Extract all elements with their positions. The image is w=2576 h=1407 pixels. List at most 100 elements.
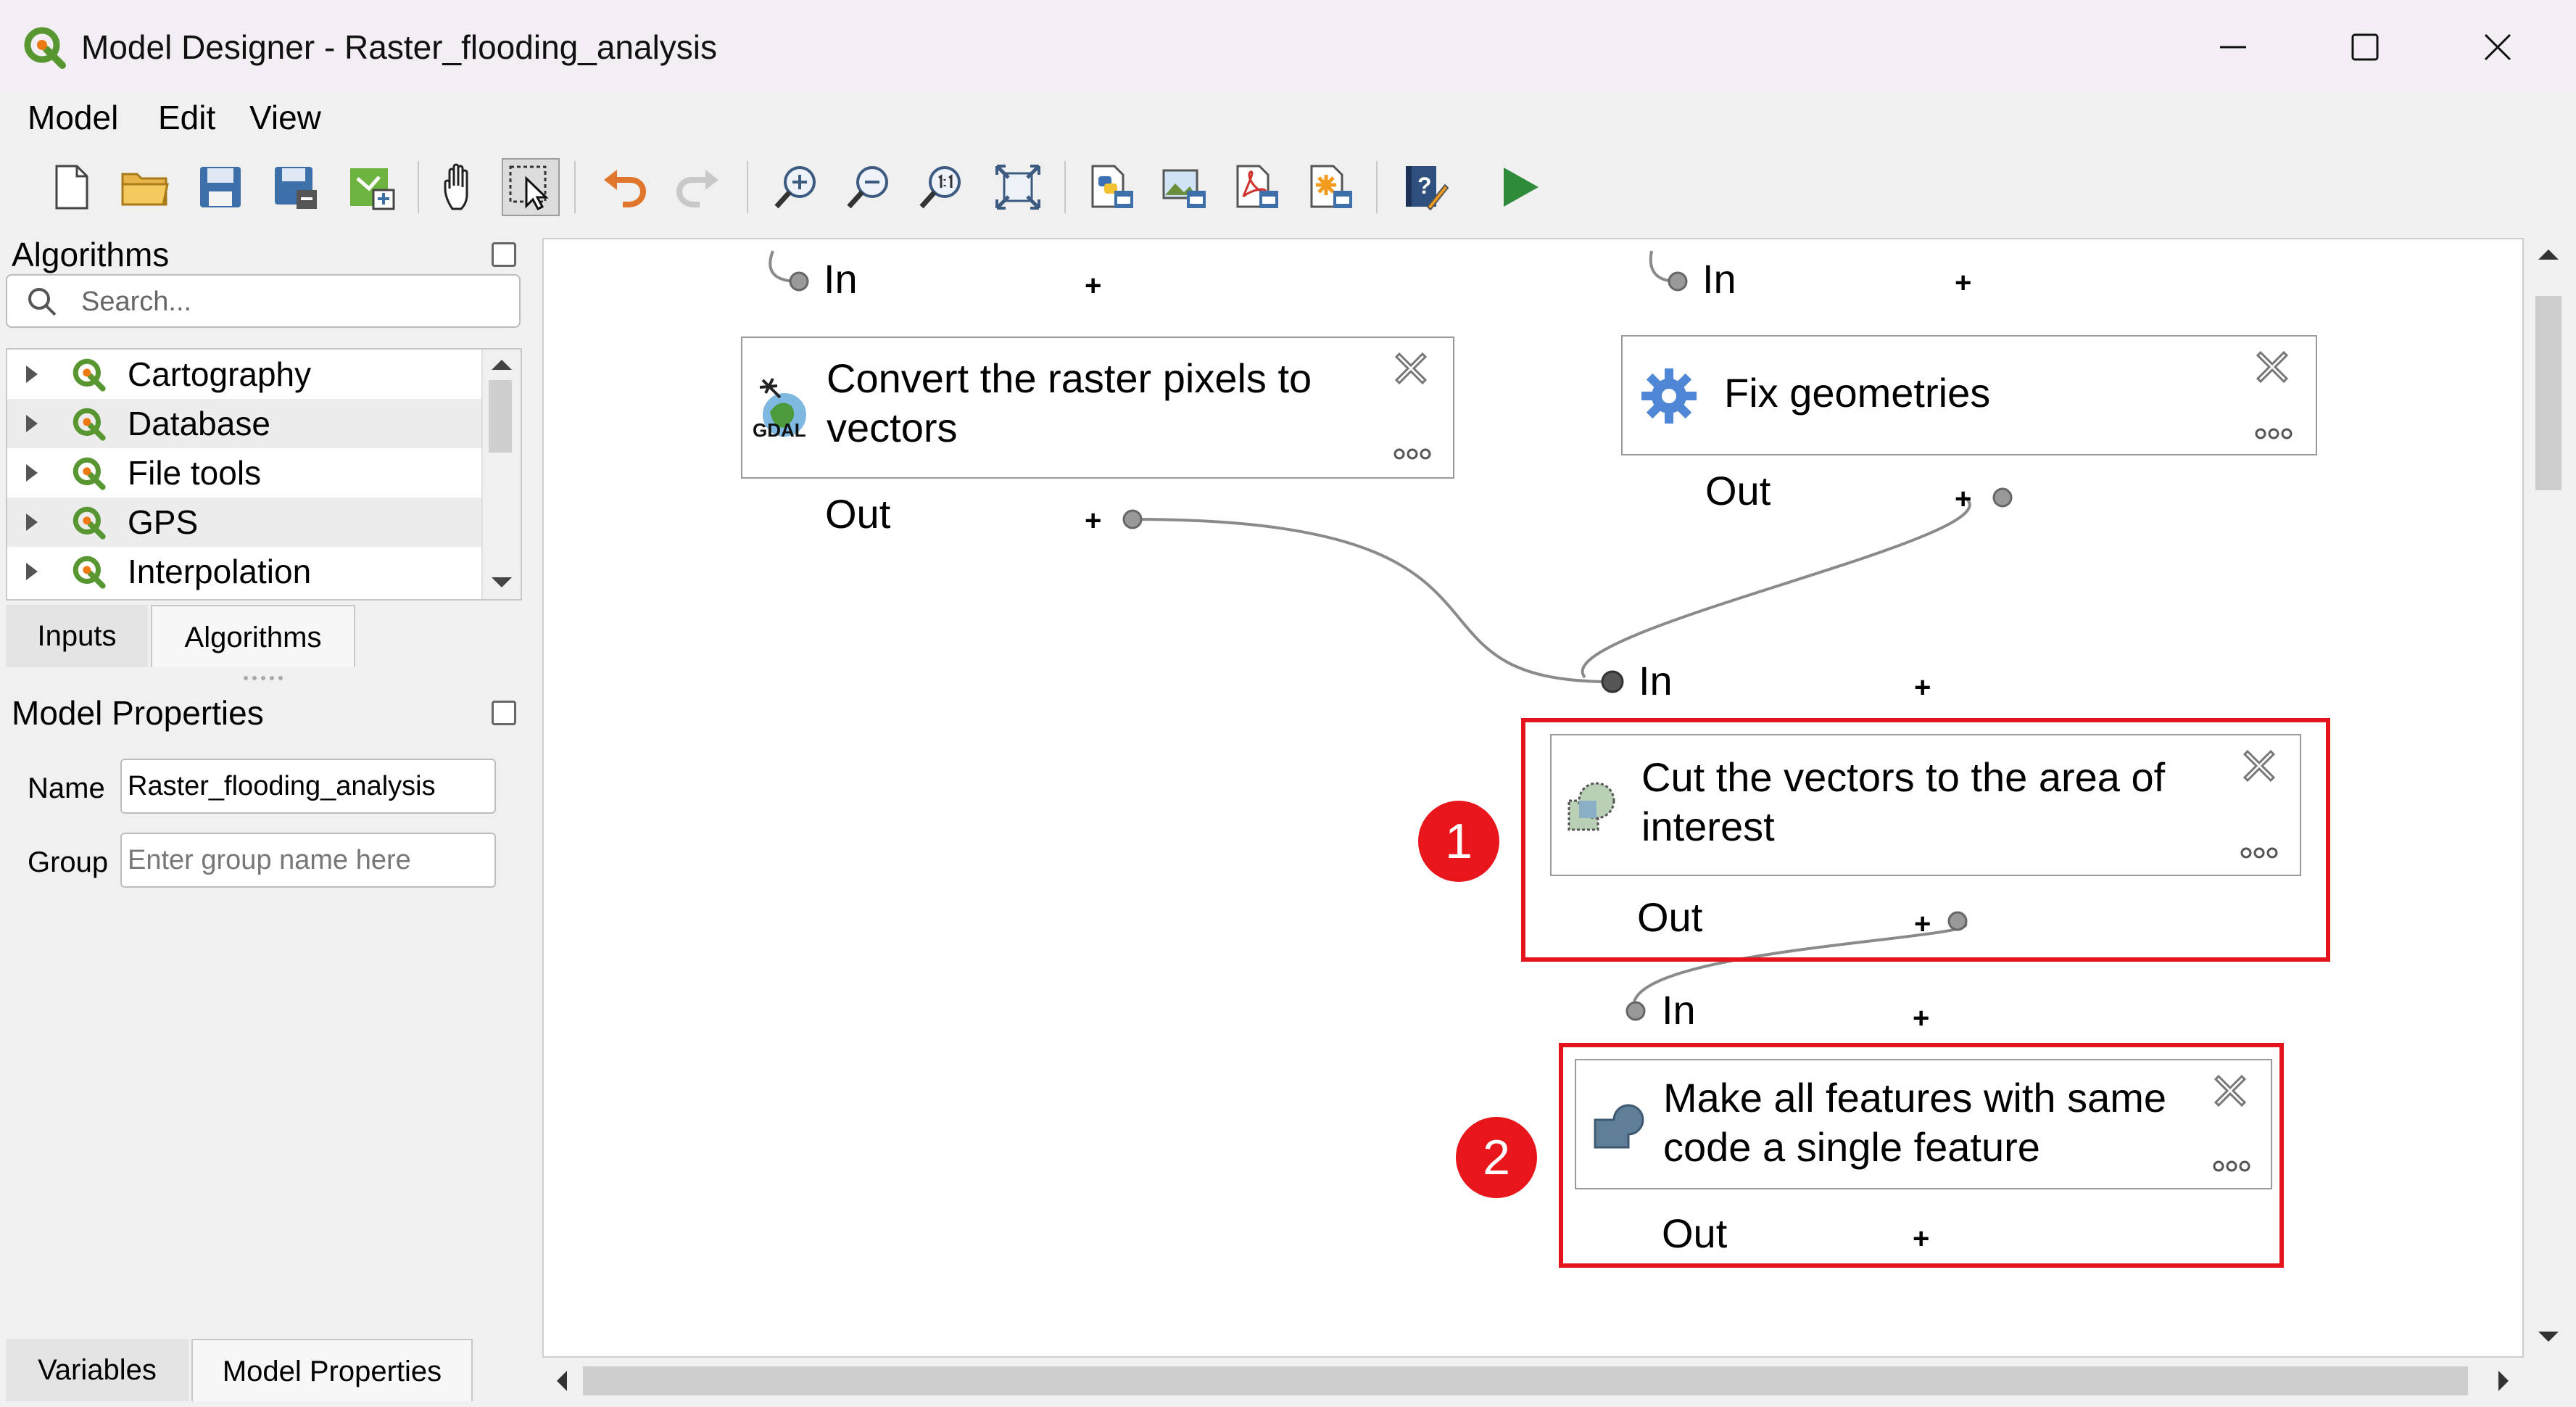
close-button[interactable] [2469,22,2527,73]
svg-text:?: ? [1417,173,1432,199]
menu-view[interactable]: View [249,93,321,142]
undock-properties-icon[interactable] [492,701,516,725]
qgis-logo-icon [73,556,106,589]
add-output-icon[interactable]: + [1913,1224,1929,1253]
tree-scroll-thumb[interactable] [489,380,512,453]
add-input-icon[interactable]: + [1913,1004,1929,1033]
zoom-actual-button[interactable] [912,158,970,216]
more-options-icon[interactable] [2239,846,2279,860]
select-button[interactable] [502,158,560,216]
pan-button[interactable] [432,158,490,216]
menu-model[interactable]: Model [28,93,118,142]
delete-node-icon[interactable] [2250,345,2294,389]
zoom-full-button[interactable] [989,158,1047,216]
add-input-icon[interactable]: + [1085,271,1101,300]
delete-node-icon[interactable] [2237,744,2281,788]
panel-splitter[interactable] [244,676,287,682]
edit-help-button[interactable]: ? [1396,158,1454,216]
tree-item-label: Database [128,405,270,442]
tree-item-file-tools[interactable]: File tools [7,448,483,498]
scroll-down-arrow-icon[interactable] [2534,1326,2563,1348]
tab-inputs[interactable]: Inputs [6,605,148,667]
scroll-right-arrow-icon[interactable] [2493,1366,2514,1395]
new-model-button[interactable] [42,158,100,216]
help-edit-icon: ? [1406,166,1449,211]
algorithm-search-box[interactable] [6,274,521,328]
model-name-field[interactable] [120,759,496,814]
minimize-button[interactable] [2204,22,2262,73]
model-canvas[interactable]: In + GDAL Convert the raster pixels to v… [542,238,2524,1358]
search-input[interactable] [80,283,503,321]
more-options-icon[interactable] [2211,1159,2252,1173]
run-model-button[interactable] [1491,158,1549,216]
node-title: Make all features with same code a singl… [1663,1075,2167,1170]
tree-item-label: GPS [128,503,199,541]
tab-model-properties[interactable]: Model Properties [191,1339,473,1401]
gdal-label: GDAL [753,419,806,441]
save-as-icon [275,167,317,209]
save-to-project-button[interactable] [342,158,400,216]
tree-scrollbar[interactable] [481,350,521,599]
input-port-label: In [1702,256,1736,302]
add-output-icon[interactable]: + [1085,506,1101,535]
canvas-vertical-scrollbar[interactable] [2524,238,2576,1359]
tab-algorithms[interactable]: Algorithms [151,605,355,667]
scroll-up-arrow-icon[interactable] [484,354,519,376]
scroll-down-arrow-icon[interactable] [484,572,519,593]
menu-bar: Model Edit View [0,93,2576,142]
horizontal-scroll-thumb[interactable] [583,1366,2468,1395]
delete-node-icon[interactable] [1389,347,1433,390]
menu-edit[interactable]: Edit [158,93,215,142]
undo-button[interactable] [595,158,653,216]
save-model-button[interactable] [191,158,249,216]
select-pointer-icon [509,165,549,210]
algorithm-tree: Cartography Database File tools GPS Inte… [6,348,522,601]
canvas-horizontal-scrollbar[interactable] [542,1358,2525,1407]
group-name-field[interactable] [120,833,496,888]
tree-item-interpolation[interactable]: Interpolation [7,547,483,596]
expand-arrow-icon[interactable] [26,366,38,383]
add-input-icon[interactable]: + [1955,268,1971,297]
new-file-icon [55,165,88,210]
open-model-button[interactable] [116,158,174,216]
undock-algorithms-icon[interactable] [492,242,516,267]
maximize-button[interactable] [2336,22,2394,73]
tree-item-label: File tools [128,454,262,492]
more-options-icon[interactable] [1392,447,1433,461]
expand-arrow-icon[interactable] [26,563,38,580]
zoom-in-button[interactable] [767,158,825,216]
expand-arrow-icon[interactable] [26,464,38,482]
save-icon [200,167,241,207]
add-input-icon[interactable]: + [1914,673,1931,702]
algorithms-panel-title: Algorithms [12,236,170,273]
algorithm-node-convert-raster[interactable]: GDAL Convert the raster pixels to vector… [741,337,1454,479]
vertical-scroll-thumb[interactable] [2535,296,2561,490]
export-pdf-button[interactable] [1228,158,1286,216]
delete-node-icon[interactable] [2208,1069,2252,1113]
tab-variables[interactable]: Variables [6,1339,189,1401]
output-port-label: Out [1705,468,1771,513]
save-as-button[interactable] [267,158,325,216]
algorithm-node-dissolve[interactable]: Make all features with same code a singl… [1575,1059,2272,1189]
tree-item-gps[interactable]: GPS [7,498,483,547]
add-output-icon[interactable]: + [1955,484,1971,513]
export-svg-button[interactable] [1302,158,1360,216]
expand-arrow-icon[interactable] [26,513,38,531]
add-output-icon[interactable]: + [1914,909,1931,938]
algorithm-node-fix-geometries[interactable]: Fix geometries [1621,335,2317,455]
name-label: Name [28,772,105,804]
tree-item-cartography[interactable]: Cartography [7,350,483,399]
step-badge-1: 1 [1418,801,1499,882]
export-python-button[interactable] [1083,158,1141,216]
expand-arrow-icon[interactable] [26,415,38,432]
scroll-up-arrow-icon[interactable] [2534,244,2563,265]
undo-icon [604,170,646,207]
tree-item-database[interactable]: Database [7,399,483,448]
export-image-button[interactable] [1156,158,1214,216]
qgis-logo-icon [73,506,106,540]
algorithm-node-clip[interactable]: Cut the vectors to the area of interest [1550,734,2301,876]
scroll-left-arrow-icon[interactable] [551,1366,573,1395]
more-options-icon[interactable] [2253,426,2294,441]
redo-button[interactable] [670,158,728,216]
zoom-out-button[interactable] [840,158,898,216]
